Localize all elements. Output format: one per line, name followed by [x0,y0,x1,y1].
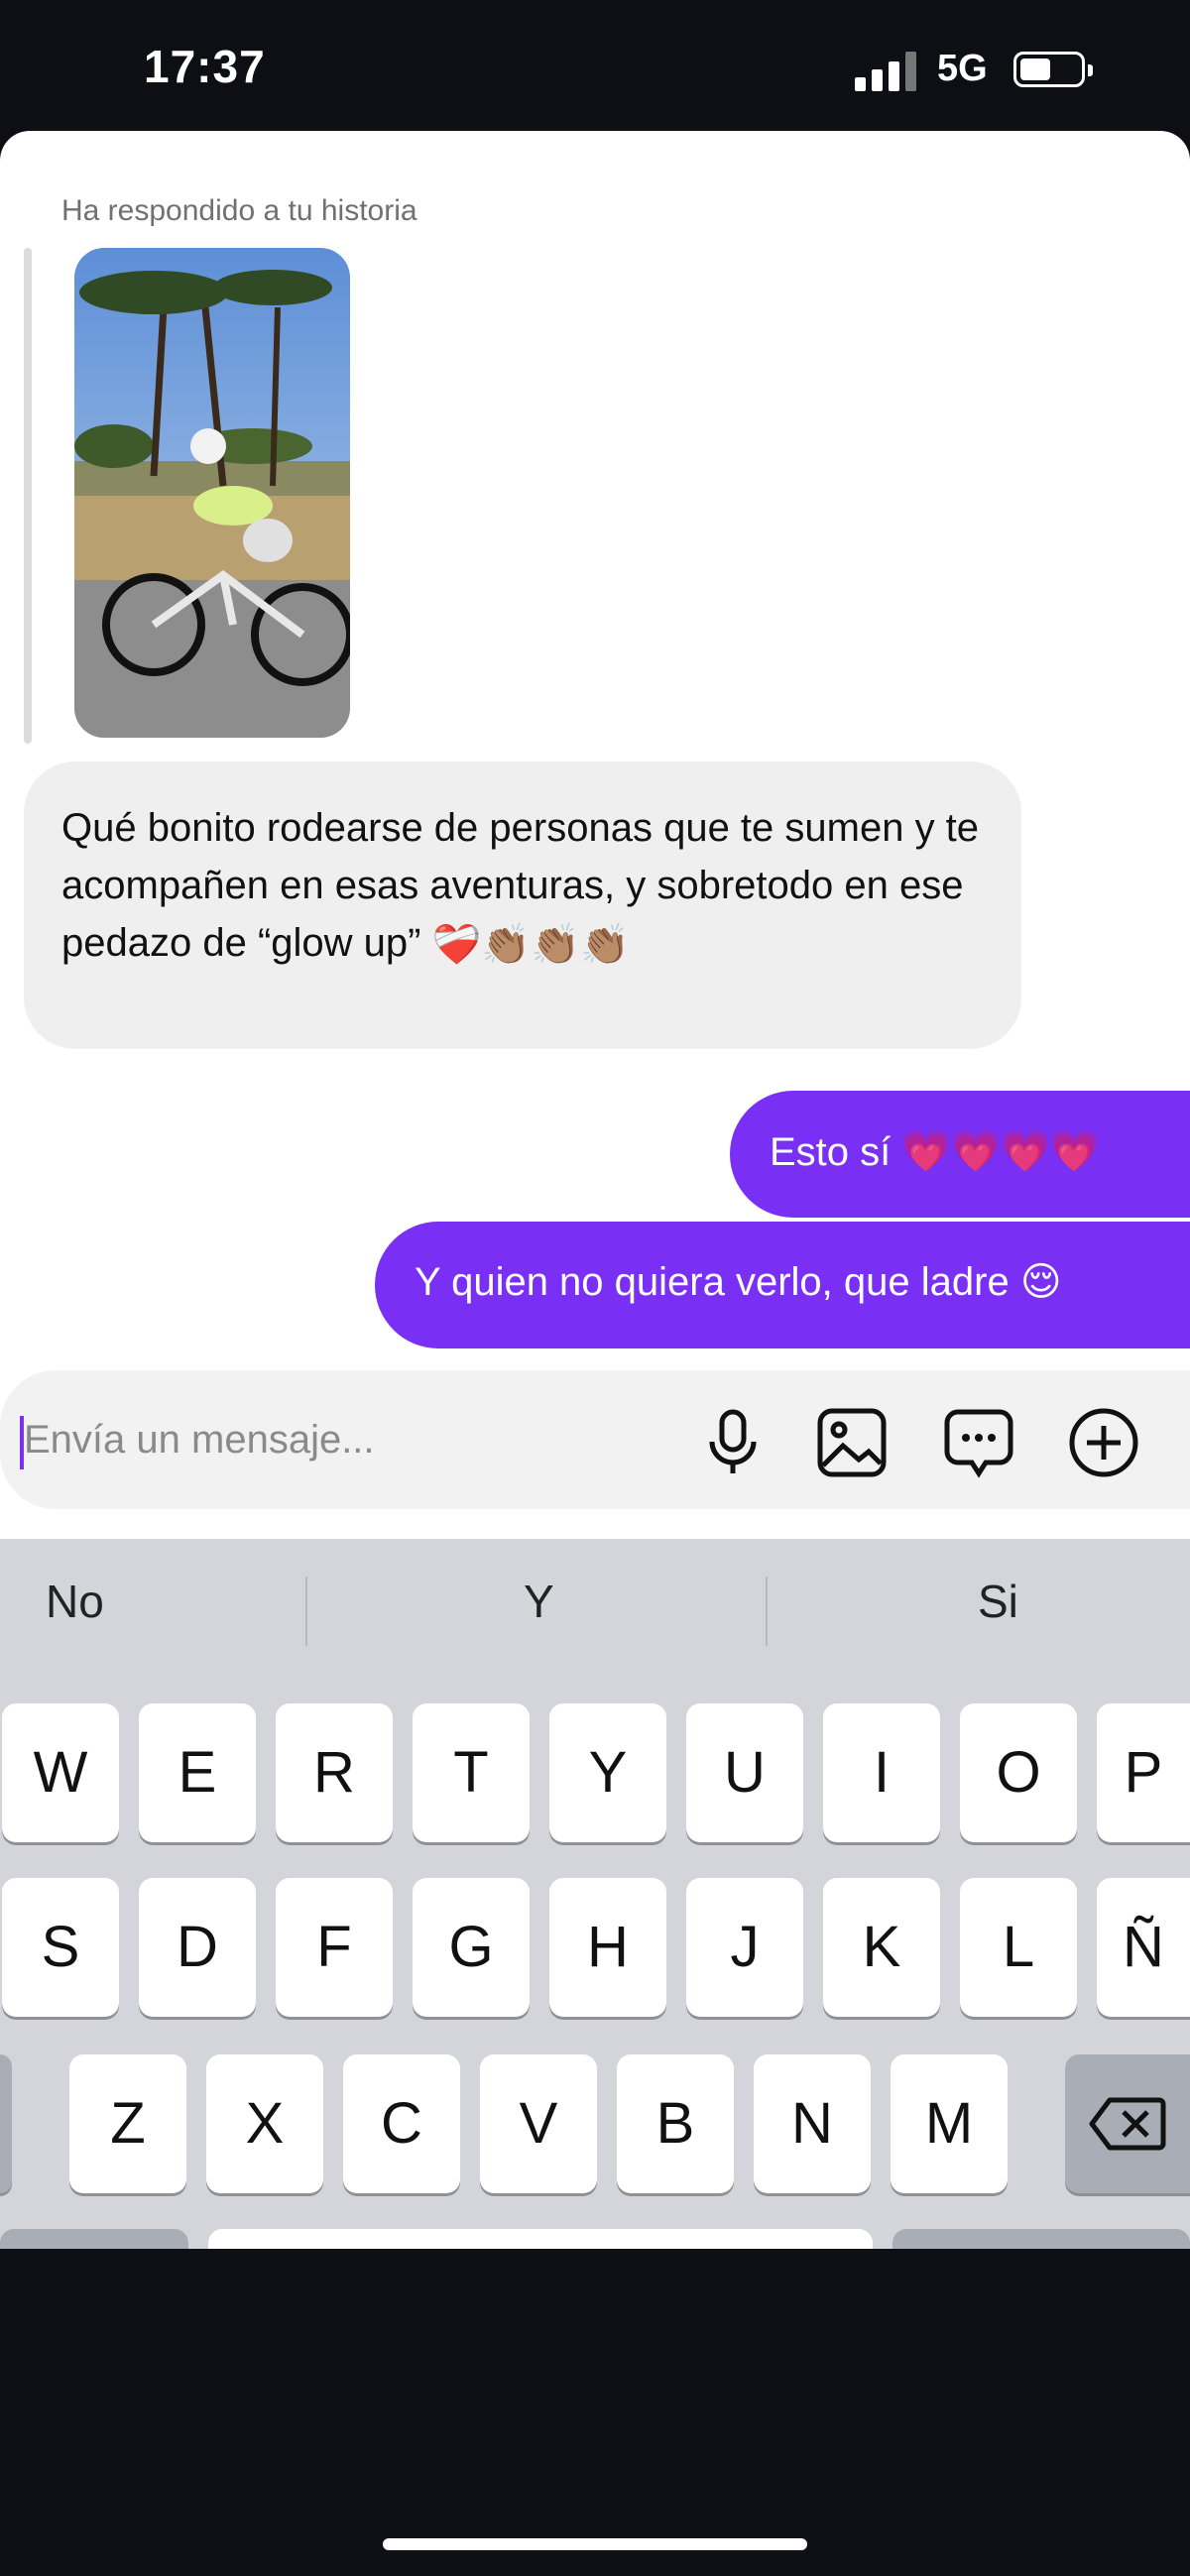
keyboard: No Y Si W E R T Y U I O P S D F G H J K … [0,1539,1190,2249]
key-f[interactable]: F [276,1878,393,2017]
key-e[interactable]: E [139,1703,256,1842]
battery-icon [1013,52,1093,87]
key-x[interactable]: X [206,2054,323,2193]
message-input[interactable]: Envía un mensaje... [24,1418,375,1463]
story-reply-label: Ha respondido a tu historia [61,194,417,227]
sticker-chat-icon[interactable] [942,1406,1015,1479]
microphone-icon[interactable] [696,1406,770,1479]
key-g[interactable]: G [413,1878,530,2017]
add-icon[interactable] [1067,1406,1140,1479]
suggestion-y[interactable]: Y [524,1575,554,1628]
key-y[interactable]: Y [549,1703,666,1842]
numbers-key[interactable] [0,2229,188,2249]
key-n[interactable]: N [754,2054,871,2193]
signal-icon [855,52,918,91]
story-thumbnail[interactable] [74,248,350,738]
outgoing-message-bubble[interactable]: Y quien no quiera verlo, que ladre 😌 [375,1222,1190,1348]
key-r[interactable]: R [276,1703,393,1842]
key-n-tilde[interactable]: Ñ [1097,1878,1190,2017]
key-c[interactable]: C [343,2054,460,2193]
key-m[interactable]: M [891,2054,1008,2193]
shift-key[interactable] [0,2054,12,2193]
key-b[interactable]: B [617,2054,734,2193]
key-i[interactable]: I [823,1703,940,1842]
key-o[interactable]: O [960,1703,1077,1842]
outgoing-message-text: Esto sí [770,1130,892,1174]
key-k[interactable]: K [823,1878,940,2017]
key-u[interactable]: U [686,1703,803,1842]
status-time: 17:37 [144,41,266,92]
gallery-icon[interactable] [815,1406,889,1479]
outgoing-message-text: Y quien no quiera verlo, que ladre [415,1260,1010,1304]
suggestion-divider [766,1577,768,1646]
outgoing-message-emojis: 💗💗💗💗 [901,1130,1100,1174]
key-d[interactable]: D [139,1878,256,2017]
key-p[interactable]: P [1097,1703,1190,1842]
home-indicator [383,2538,807,2550]
chat-sheet: Ha respondido a tu historia Qué bonito r… [0,131,1190,1539]
key-h[interactable]: H [549,1878,666,2017]
key-w[interactable]: W [2,1703,119,1842]
suggestion-no[interactable]: No [46,1575,104,1628]
return-key[interactable] [892,2229,1190,2249]
status-bar: 17:37 5G [0,0,1190,129]
backspace-icon [1089,2097,1166,2151]
key-l[interactable]: L [960,1878,1077,2017]
network-type: 5G [937,48,988,89]
suggestion-divider [305,1577,307,1646]
key-v[interactable]: V [480,2054,597,2193]
incoming-message-bubble[interactable]: Qué bonito rodearse de personas que te s… [24,761,1021,1049]
key-s[interactable]: S [2,1878,119,2017]
key-t[interactable]: T [413,1703,530,1842]
outgoing-message-bubble[interactable]: Esto sí 💗💗💗💗 [730,1091,1190,1218]
key-j[interactable]: J [686,1878,803,2017]
message-composer: Envía un mensaje... [0,1370,1190,1509]
outgoing-message-emojis: 😌 [1019,1260,1062,1304]
backspace-key[interactable] [1065,2054,1190,2193]
suggestion-si[interactable]: Si [978,1575,1018,1628]
quote-bar [24,248,32,744]
key-z[interactable]: Z [69,2054,186,2193]
incoming-message-emojis: ❤️‍🩹👏🏽👏🏽👏🏽 [431,923,630,968]
space-key[interactable] [208,2229,873,2249]
